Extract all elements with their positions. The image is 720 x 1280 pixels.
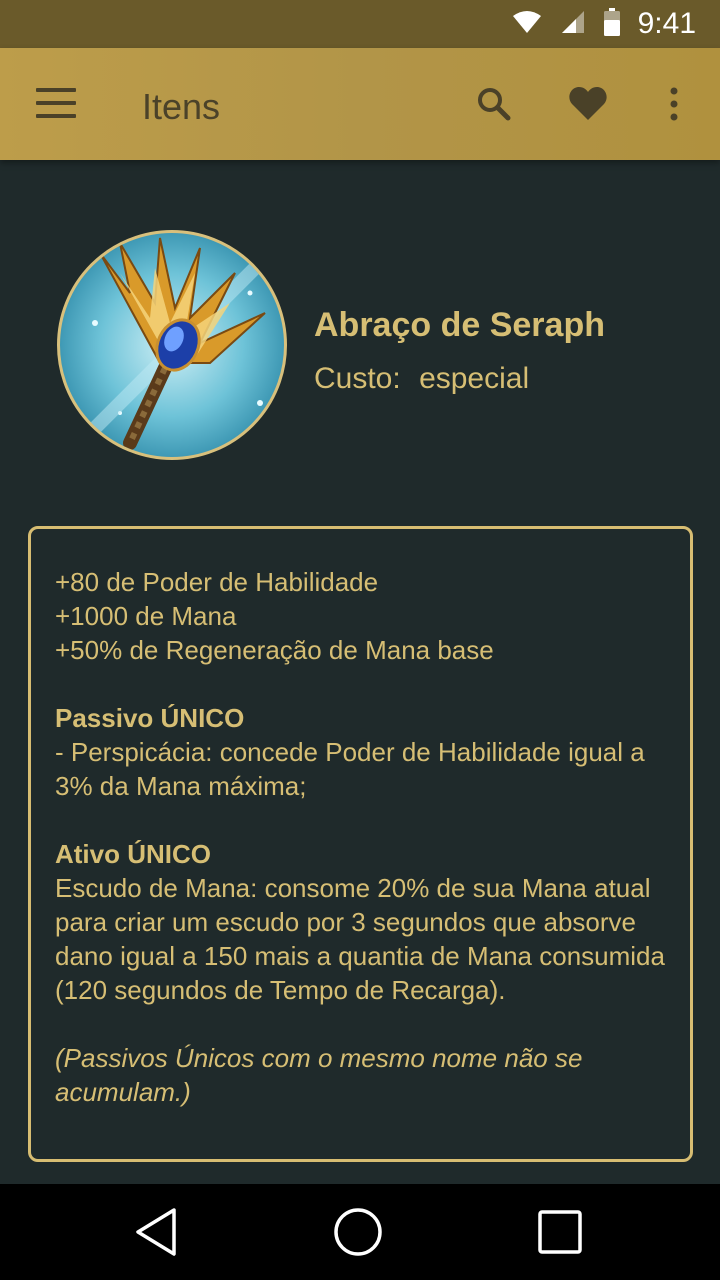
passive-text: - Perspicácia: concede Poder de Habilida… <box>55 737 645 801</box>
item-cost: Custo: especial <box>314 362 529 396</box>
active-text: Escudo de Mana: consome 20% de sua Mana … <box>55 873 665 1005</box>
cost-value: especial <box>419 362 530 395</box>
system-nav-bar <box>0 1184 720 1280</box>
active-title: Ativo ÚNICO <box>55 839 211 869</box>
stat-line: +80 de Poder de Habilidade <box>55 567 379 597</box>
recents-icon[interactable] <box>532 1204 588 1260</box>
item-name: Abraço de Seraph <box>314 306 605 344</box>
search-icon[interactable] <box>470 80 518 128</box>
heart-icon[interactable] <box>564 80 612 128</box>
menu-icon[interactable] <box>36 88 78 120</box>
status-bar: 9:41 <box>0 0 720 48</box>
back-icon[interactable] <box>130 1204 186 1260</box>
item-description-card: +80 de Poder de Habilidade +1000 de Mana… <box>28 526 693 1162</box>
battery-icon <box>603 7 620 41</box>
wifi-icon <box>512 9 542 40</box>
page-title: Itens <box>142 86 221 127</box>
item-detail: Abraço de Seraph Custo: especial +80 de … <box>0 160 720 1184</box>
stacking-note: (Passivos Únicos com o mesmo nome não se… <box>55 1043 583 1107</box>
passive-title: Passivo ÚNICO <box>55 703 245 733</box>
stat-line: +50% de Regeneração de Mana base <box>55 635 494 665</box>
cost-label: Custo: <box>314 362 401 395</box>
status-time: 9:41 <box>637 7 696 40</box>
signal-icon <box>560 9 586 40</box>
app-bar: Itens <box>0 48 720 160</box>
home-icon[interactable] <box>330 1204 386 1260</box>
seraph-embrace-item-image <box>57 230 287 460</box>
stat-line: +1000 de Mana <box>55 601 237 631</box>
more-vert-icon[interactable] <box>650 80 698 128</box>
